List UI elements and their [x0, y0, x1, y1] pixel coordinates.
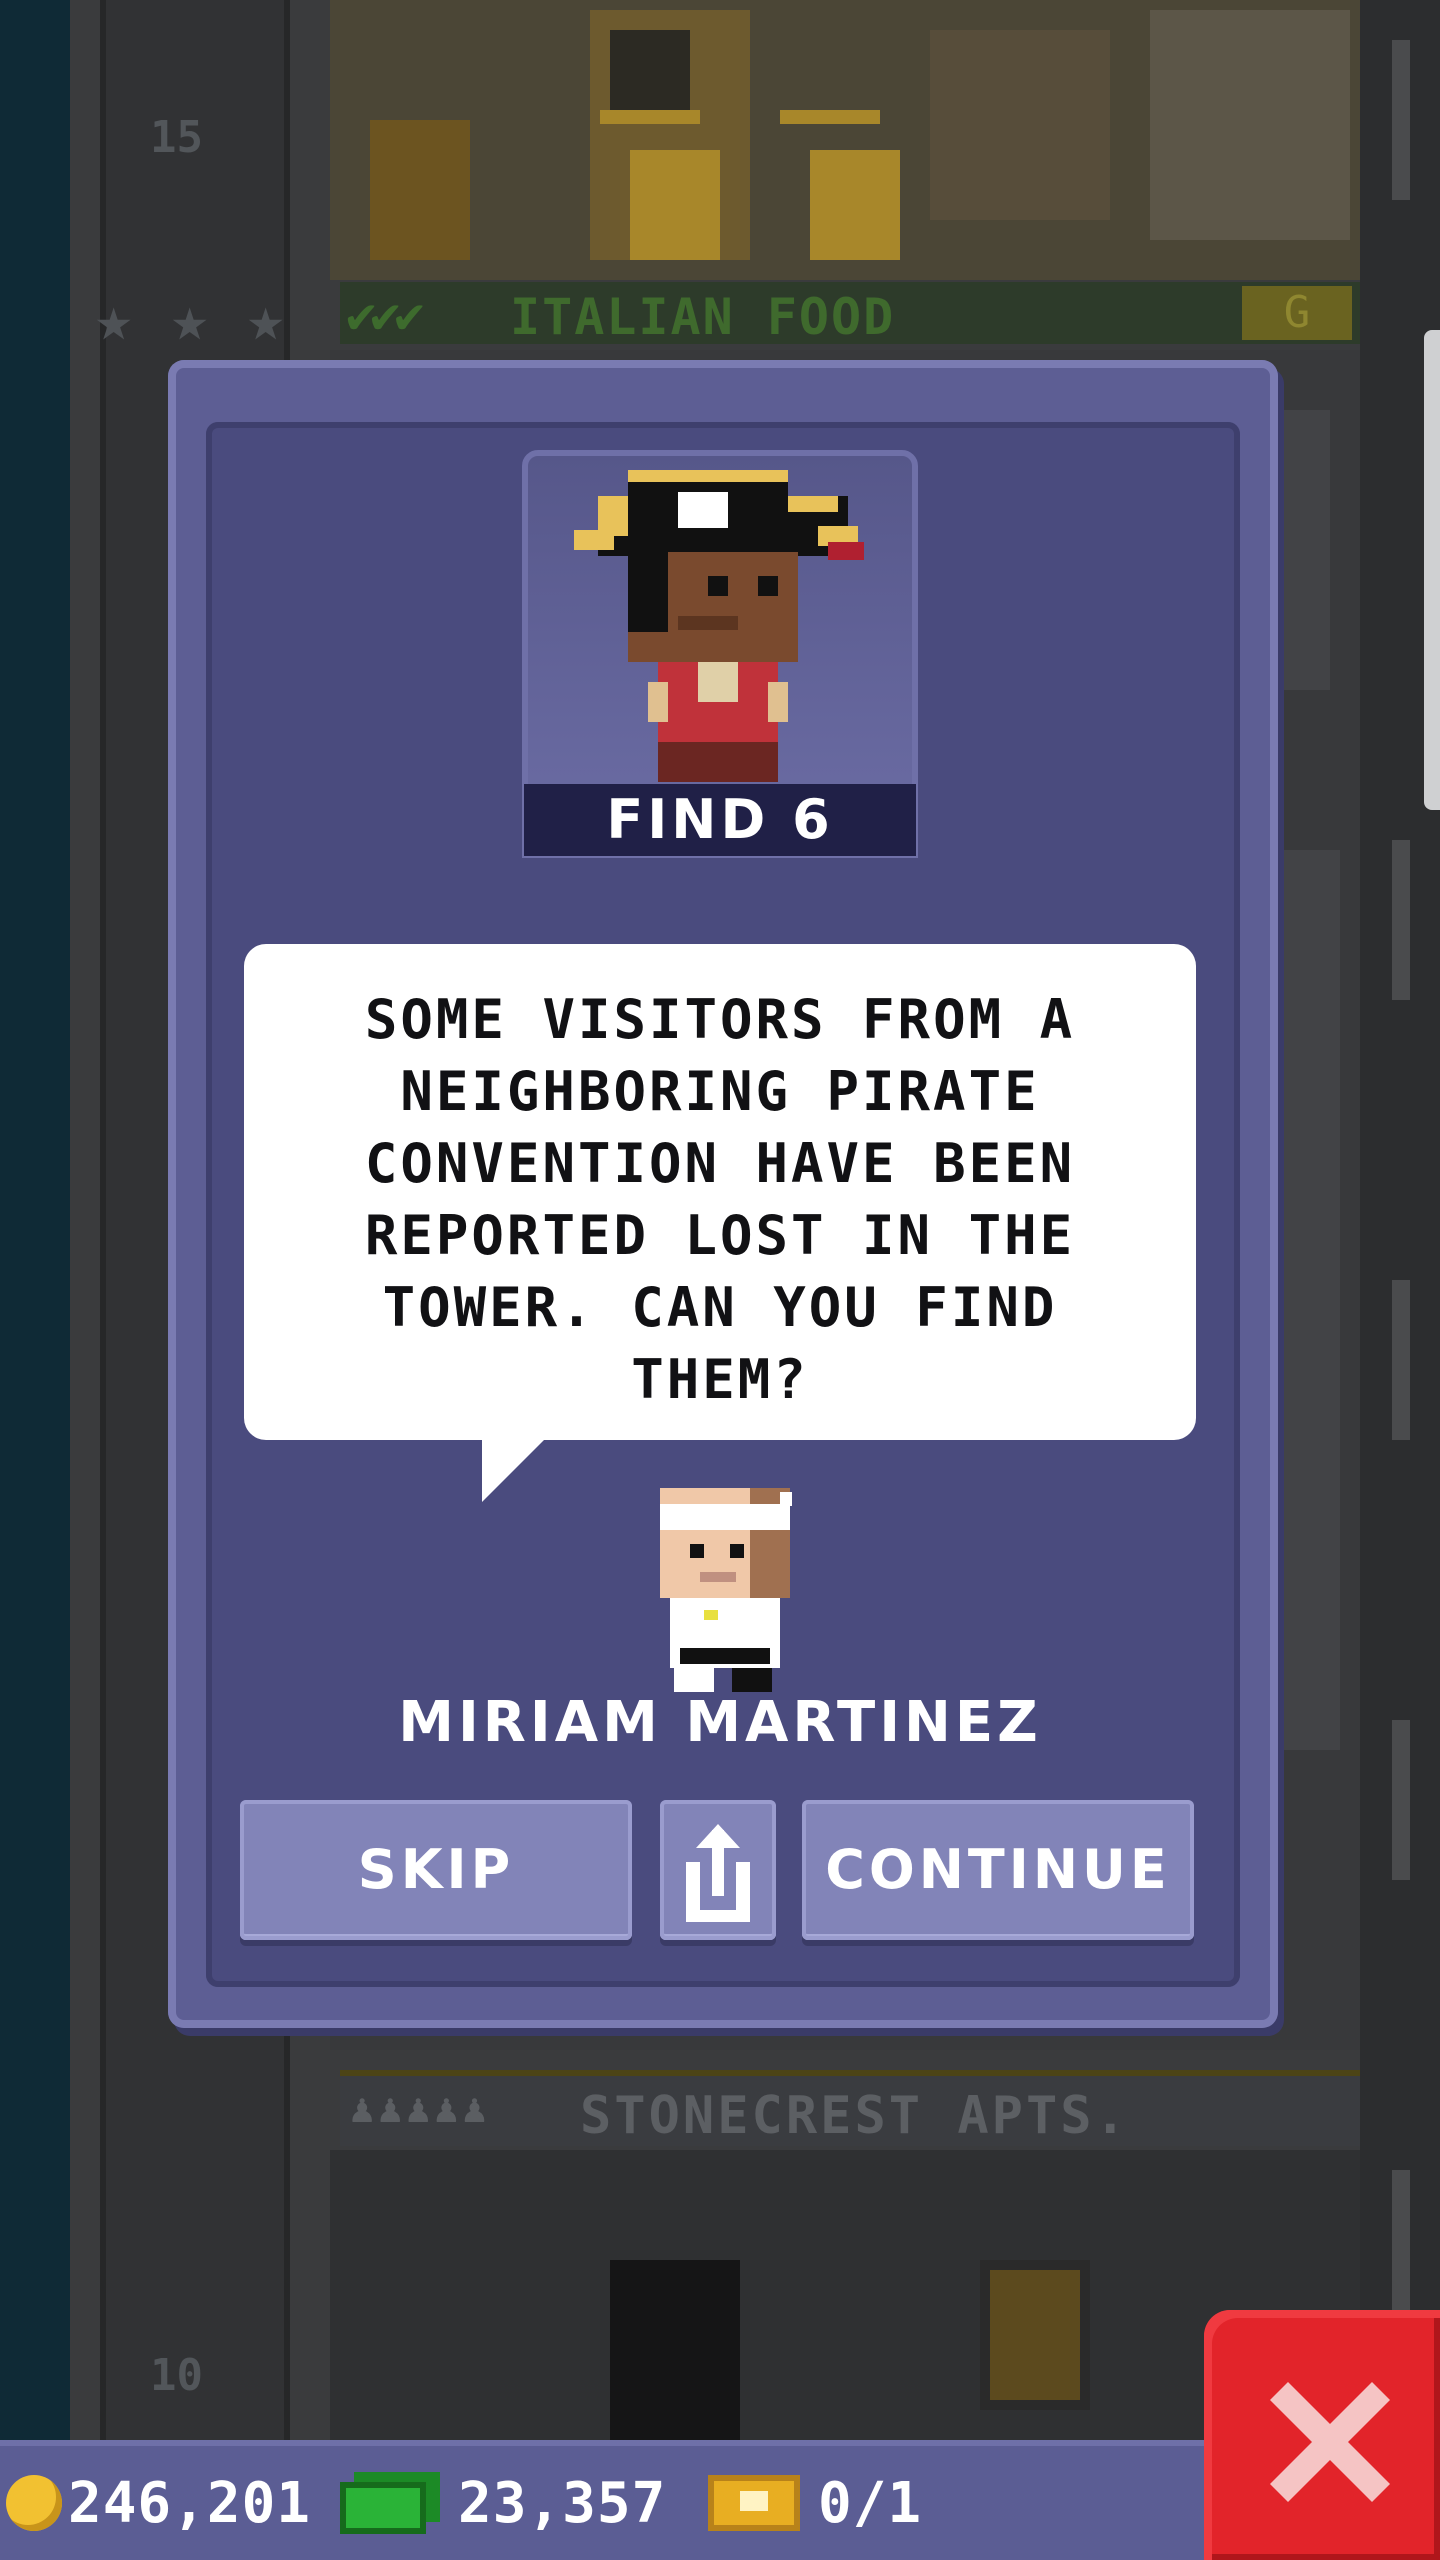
picture-frame [980, 2260, 1090, 2410]
find-count-label: FIND 6 [524, 784, 916, 856]
ticket-icon [708, 2475, 800, 2531]
floor-italian-food[interactable] [330, 0, 1360, 280]
visitor-name: MIRIAM MARTINEZ [398, 1690, 1042, 1755]
window-slot [1392, 1280, 1410, 1440]
bux-icon [340, 2472, 440, 2534]
floor-name: STONECREST APTS. [580, 2086, 1129, 2146]
coins-value: 246,201 [68, 2470, 312, 2536]
star-icon: ★ [95, 282, 133, 355]
side-drawer-tab[interactable] [1424, 330, 1440, 810]
floor-badge: G [1242, 286, 1352, 340]
pirate-icon [574, 470, 864, 782]
share-icon [686, 1824, 750, 1922]
bux-counter: 23,357 [340, 2468, 666, 2538]
floor-banner: ♟♟♟♟♟ STONECREST APTS. [340, 2070, 1360, 2146]
bux-value: 23,357 [458, 2470, 667, 2536]
floor-number: 10 [150, 2350, 203, 2401]
floor-number: 15 [150, 112, 203, 163]
continue-button[interactable]: CONTINUE [802, 1800, 1194, 1940]
floor-name: ITALIAN FOOD [510, 288, 896, 346]
floor-banner: ✔✔✔ ITALIAN FOOD G [340, 282, 1360, 346]
sky-strip [0, 0, 70, 2440]
star-icon: ★ [247, 282, 285, 355]
door [610, 2260, 740, 2440]
speech-bubble-tail [482, 1436, 548, 1502]
tickets-value: 0/1 [818, 2470, 923, 2536]
floor-stars: ★ ★ ★ [95, 288, 309, 350]
tickets-counter: 0/1 [708, 2468, 922, 2538]
coins-counter: 246,201 [6, 2468, 311, 2538]
coin-icon [6, 2475, 62, 2531]
visitor-avatar-icon [660, 1488, 792, 1692]
window-slot [1392, 1720, 1410, 1880]
share-button[interactable] [660, 1800, 776, 1940]
star-icon: ★ [171, 282, 209, 355]
window-slot [1392, 840, 1410, 1000]
close-button[interactable] [1204, 2310, 1440, 2560]
residents-icon: ♟♟♟♟♟ [350, 2086, 491, 2132]
speech-bubble: SOME VISITORS FROM A NEIGHBORING PIRATE … [244, 944, 1196, 1440]
window-slot [1392, 40, 1410, 200]
window-slot [1392, 2170, 1410, 2330]
check-icon: ✔✔✔ [346, 286, 424, 344]
skip-button[interactable]: SKIP [240, 1800, 632, 1940]
close-icon [1270, 2382, 1390, 2502]
